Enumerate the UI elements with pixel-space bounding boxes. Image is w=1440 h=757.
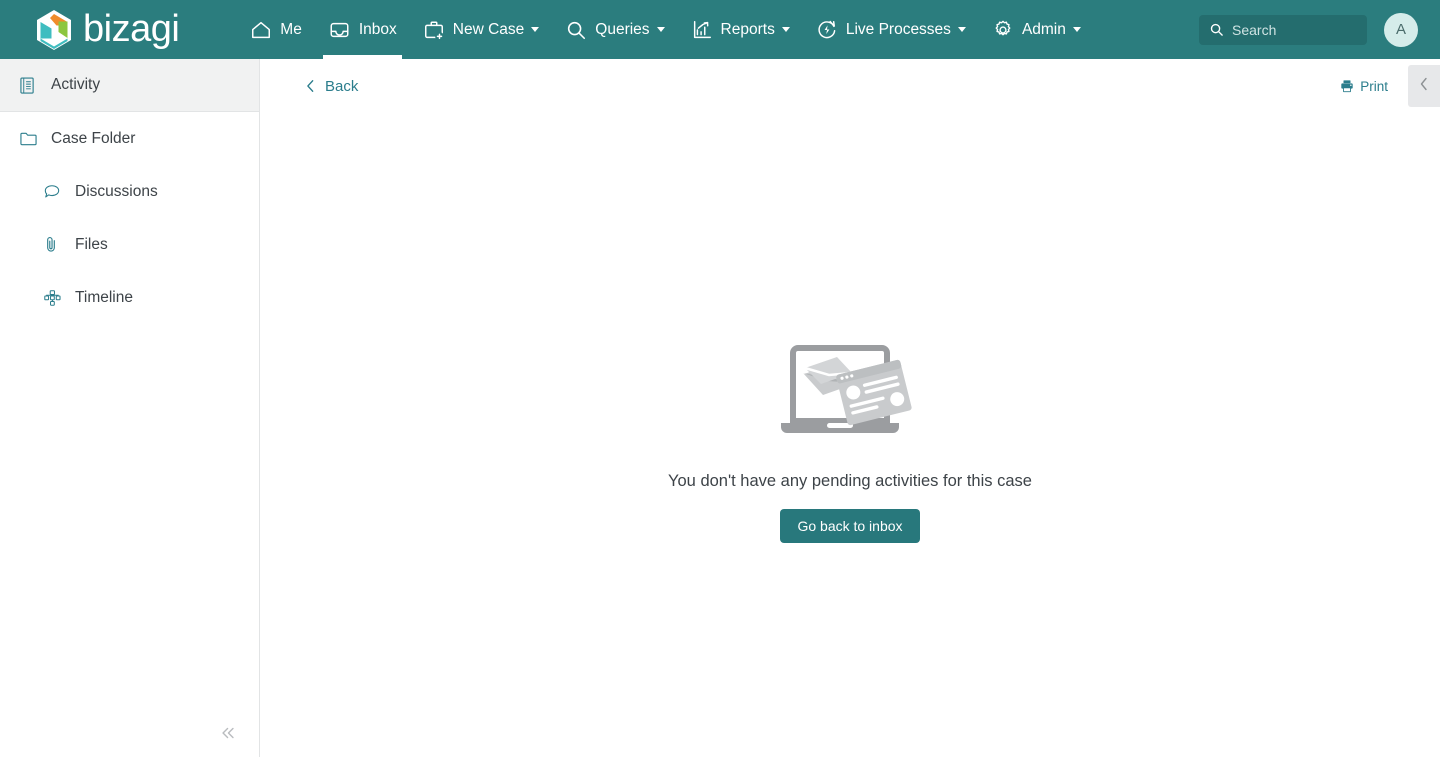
search-icon [1209, 22, 1224, 37]
briefcase-plus-icon [423, 19, 445, 41]
panel-collapse-button[interactable] [1408, 65, 1440, 107]
gear-icon [992, 19, 1014, 41]
sidebar-item-label: Case Folder [51, 129, 136, 147]
chevron-left-icon [1418, 76, 1430, 97]
nav-item-new-case[interactable]: New Case [410, 0, 553, 59]
sidebar-item-label: Activity [51, 76, 101, 93]
toolbar-right: Print [1340, 59, 1440, 113]
nav-item-queries[interactable]: Queries [552, 0, 677, 59]
main-content: Back Print You don't have any pending ac… [260, 59, 1440, 757]
sidebar-item-label: Files [75, 235, 108, 253]
search-input[interactable]: Search [1199, 14, 1367, 45]
go-back-to-inbox-button[interactable]: Go back to inbox [780, 509, 920, 543]
print-button-label: Print [1360, 78, 1388, 94]
bizagi-hexagon-logo-icon [34, 8, 74, 52]
home-icon [250, 19, 272, 41]
top-header: bizagi Me Inbox New Case Queries Reports… [0, 0, 1440, 59]
sidebar-item-timeline[interactable]: Timeline [0, 271, 259, 324]
nav-item-live-processes[interactable]: Live Processes [803, 0, 979, 59]
nav-item-inbox[interactable]: Inbox [315, 0, 410, 59]
sidebar-collapse-button[interactable] [0, 713, 259, 757]
folder-icon [20, 131, 42, 146]
brand[interactable]: bizagi [34, 0, 180, 59]
avatar-initial: A [1395, 21, 1406, 38]
sidebar-item-label: Discussions [75, 182, 158, 200]
chevron-down-icon [656, 27, 665, 32]
double-chevron-left-icon [219, 724, 237, 747]
search-icon [565, 19, 587, 41]
nav-item-label: New Case [452, 20, 525, 38]
content-toolbar: Back Print [260, 59, 1440, 113]
nav-item-label: Me [280, 20, 302, 38]
nav-item-reports[interactable]: Reports [678, 0, 803, 59]
chat-bubble-icon [44, 184, 66, 200]
empty-state: You don't have any pending activities fo… [260, 337, 1440, 543]
back-button[interactable]: Back [305, 78, 358, 95]
sidebar-item-discussions[interactable]: Discussions [0, 165, 259, 218]
sidebar-item-case-folder[interactable]: Case Folder [0, 112, 259, 165]
sidebar: Activity Case Folder Discussions Files T… [0, 59, 260, 757]
chevron-down-icon [781, 27, 790, 32]
bar-chart-icon [691, 19, 713, 41]
sitemap-icon [44, 289, 66, 306]
document-list-icon [20, 76, 42, 94]
nav-item-me[interactable]: Me [237, 0, 315, 59]
refresh-bolt-icon [816, 19, 838, 41]
sidebar-item-files[interactable]: Files [0, 218, 259, 271]
nav-item-label: Live Processes [845, 20, 951, 38]
inbox-tray-icon [328, 19, 351, 41]
print-button[interactable]: Print [1340, 79, 1388, 94]
avatar[interactable]: A [1384, 12, 1418, 47]
paperclip-icon [44, 236, 66, 253]
chevron-left-icon [305, 79, 316, 93]
search-placeholder: Search [1232, 21, 1277, 38]
brand-name: bizagi [83, 7, 180, 50]
nav-item-admin[interactable]: Admin [979, 0, 1094, 59]
printer-icon [1340, 79, 1354, 93]
main-navigation: Me Inbox New Case Queries Reports Live P… [237, 0, 1094, 59]
chevron-down-icon [531, 27, 540, 32]
back-button-label: Back [325, 77, 359, 95]
nav-item-label: Reports [720, 20, 775, 38]
sidebar-item-label: Timeline [75, 288, 133, 306]
chevron-down-icon [1072, 27, 1081, 32]
nav-item-label: Queries [595, 20, 650, 38]
laptop-envelope-illustration-icon [777, 337, 923, 445]
empty-state-message: You don't have any pending activities fo… [668, 472, 1032, 490]
header-right: Search A [1199, 12, 1418, 47]
nav-item-label: Inbox [358, 20, 397, 38]
sidebar-item-activity[interactable]: Activity [0, 59, 259, 112]
chevron-down-icon [957, 27, 966, 32]
nav-item-label: Admin [1021, 20, 1066, 38]
